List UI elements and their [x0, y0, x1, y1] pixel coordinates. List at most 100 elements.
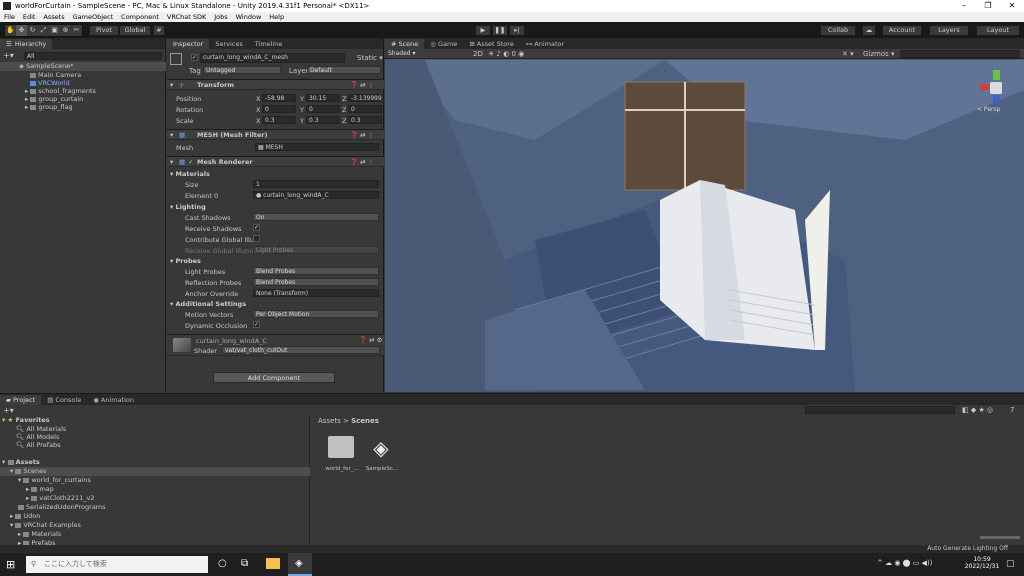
lighting-section[interactable]: ▾ Lighting — [170, 203, 206, 211]
rotation-x-field[interactable]: 0 — [262, 105, 296, 113]
rect-tool-icon[interactable]: ▣ — [49, 25, 60, 36]
rotation-y-field[interactable]: 0 — [306, 105, 340, 113]
shading-dropdown[interactable]: Shaded ▾ — [386, 50, 448, 58]
tab-game[interactable]: ◎ Game — [424, 39, 463, 49]
project-filter-icons[interactable]: ◧ ◆ ★ ◎ — [962, 406, 993, 414]
scene-gizmo[interactable]: < Persp — [977, 68, 1017, 116]
mesh-object-field[interactable]: ▦ MESH — [255, 143, 379, 151]
fav-all-materials[interactable]: 🔍︎ All Materials — [16, 425, 66, 433]
active-checkbox[interactable]: ✓ — [191, 54, 198, 61]
favorites-row[interactable]: ▾ ★ Favorites — [2, 416, 50, 424]
component-menu-icons[interactable]: ❓ ⇄ ⋮ — [350, 81, 374, 89]
scale-y-field[interactable]: 0.3 — [306, 116, 340, 124]
clock[interactable]: 10:59 2022/12/31 — [962, 556, 1002, 570]
position-y-field[interactable]: 30.15 — [306, 94, 340, 102]
transform-tool-icon[interactable]: ⊕ — [60, 25, 71, 36]
menu-window[interactable]: Window — [232, 13, 266, 21]
tab-scene[interactable]: # Scene — [385, 39, 425, 49]
move-tool-icon[interactable]: ✥ — [16, 24, 27, 36]
unity-taskbar-icon[interactable]: ◈ — [288, 553, 312, 576]
notification-icon[interactable]: ▢ — [1006, 559, 1015, 569]
scene-search-input[interactable] — [900, 50, 1020, 58]
rotate-tool-icon[interactable]: ↻ — [27, 25, 38, 36]
tree-udon[interactable]: ▸ Udon — [10, 512, 40, 520]
add-icon[interactable]: +▾ — [3, 51, 14, 60]
tab-console[interactable]: ▤ Console — [41, 395, 87, 405]
scale-x-field[interactable]: 0.3 — [262, 116, 296, 124]
static-toggle[interactable]: Static ▾ — [357, 54, 383, 62]
cast-shadows-dropdown[interactable]: On — [253, 213, 379, 221]
size-field[interactable]: 1 — [253, 180, 379, 188]
scene-viewport[interactable] — [385, 60, 1024, 392]
motion-vectors-dropdown[interactable]: Per Object Motion — [253, 310, 379, 318]
transform-header[interactable]: ▾ ⊹ Transform ❓ ⇄ ⋮ — [167, 79, 384, 90]
tools-icon[interactable]: ✕ ▾ — [842, 50, 854, 58]
renderer-enabled-checkbox[interactable]: ✓ — [188, 158, 193, 166]
menu-vrchat-sdk[interactable]: VRChat SDK — [163, 13, 210, 21]
mode-2d-toggle[interactable]: 2D — [473, 50, 483, 58]
scale-z-field[interactable]: 0.3 — [348, 116, 382, 124]
global-toggle[interactable]: Global — [119, 24, 151, 36]
component-menu-icons[interactable]: ❓ ⇄ ⋮ — [350, 158, 374, 166]
icon-size-slider[interactable] — [980, 536, 1020, 539]
tab-animation[interactable]: ◉ Animation — [87, 395, 140, 405]
menu-component[interactable]: Component — [117, 13, 163, 21]
light-probes-dropdown[interactable]: Blend Probes — [253, 267, 379, 275]
tree-map[interactable]: ▸ map — [26, 485, 54, 493]
fav-all-models[interactable]: 🔍︎ All Models — [16, 433, 59, 441]
project-add-icon[interactable]: +▾ — [3, 406, 14, 415]
minimize-button[interactable]: – — [952, 0, 976, 12]
position-x-field[interactable]: -58.98 — [262, 94, 296, 102]
gizmo-x-axis-icon[interactable] — [980, 84, 989, 90]
shader-dropdown[interactable]: vat/vat_cloth_cutOut — [222, 346, 380, 354]
assets-row[interactable]: ▾ Assets — [2, 458, 40, 466]
step-button[interactable]: ▸| — [509, 24, 525, 36]
gizmo-center-icon[interactable] — [990, 82, 1002, 94]
hierarchy-item-group-curtain[interactable]: ▸ group_curtain — [25, 95, 83, 103]
hierarchy-item-school-fragments[interactable]: ▸ school_fragments — [25, 87, 96, 95]
task-view-icon[interactable]: ⧉ — [241, 558, 248, 569]
anchor-override-field[interactable]: None (Transform) — [253, 289, 379, 297]
layer-dropdown[interactable]: Default — [307, 66, 381, 74]
cortana-icon[interactable]: ○ — [218, 558, 227, 569]
add-component-button[interactable]: Add Component — [213, 372, 335, 383]
asset-tile-samplescene[interactable]: ◈ SampleSc... — [364, 436, 400, 472]
gizmo-z-axis-icon[interactable] — [993, 95, 1000, 103]
material-header[interactable]: curtain_long_windA_C Shader vat/vat_clot… — [167, 334, 384, 356]
menu-file[interactable]: File — [0, 13, 19, 21]
layout-dropdown[interactable]: Layout — [976, 24, 1020, 36]
tab-inspector[interactable]: Inspector — [167, 39, 210, 49]
tree-world-for-curtains[interactable]: ▾ world_for_curtains — [18, 476, 91, 484]
account-dropdown[interactable]: Account — [882, 24, 922, 36]
tree-serialized-udon[interactable]: SerializedUdonPrograms — [18, 503, 106, 511]
maximize-button[interactable]: ❐ — [976, 0, 1000, 12]
custom-tool-icon[interactable]: ✂ — [71, 25, 82, 36]
rotation-z-field[interactable]: 0 — [348, 105, 382, 113]
component-menu-icons[interactable]: ❓ ⇄ ⋮ — [350, 131, 374, 139]
scene-row[interactable]: ◈ SampleScene* — [0, 62, 166, 71]
object-name-field[interactable]: curtain_long_windA_C_mesh — [200, 53, 345, 63]
gizmos-dropdown[interactable]: Gizmos ▾ — [863, 50, 895, 58]
probes-section[interactable]: ▾ Probes — [170, 257, 201, 265]
tab-timeline[interactable]: Timeline — [249, 39, 289, 49]
breadcrumb-root[interactable]: Assets — [318, 417, 341, 425]
pause-button[interactable]: ❚❚ — [492, 24, 508, 36]
menu-edit[interactable]: Edit — [19, 13, 40, 21]
component-menu-icons[interactable]: ❓ ⇄ ⚙ — [359, 336, 383, 344]
menu-help[interactable]: Help — [265, 13, 288, 21]
close-button[interactable]: ✕ — [1000, 0, 1024, 12]
scene-toggle-icons[interactable]: ☀ ♪ ◐ 0 ◉ — [488, 50, 524, 58]
project-search-input[interactable] — [805, 406, 955, 414]
menu-jobs[interactable]: Jobs — [210, 13, 231, 21]
cloud-icon[interactable]: ☁ — [862, 24, 876, 36]
persp-label[interactable]: < Persp — [977, 106, 1000, 113]
grid-snap-icon[interactable]: # — [153, 24, 165, 36]
hierarchy-item-vrcworld[interactable]: VRCWorld — [30, 79, 70, 87]
collab-dropdown[interactable]: Collab — [820, 24, 856, 36]
position-z-field[interactable]: -3.139999 — [348, 94, 382, 102]
hand-tool-icon[interactable]: ✋ — [5, 25, 16, 36]
tab-hierarchy[interactable]: ☰ Hierarchy — [0, 39, 53, 49]
play-button[interactable]: ▶ — [475, 24, 491, 36]
receive-shadows-checkbox[interactable]: ✓ — [253, 224, 260, 231]
system-tray-icons[interactable]: ^ ☁ ◉ ⬤ ▭ ◀)) — [877, 559, 932, 567]
